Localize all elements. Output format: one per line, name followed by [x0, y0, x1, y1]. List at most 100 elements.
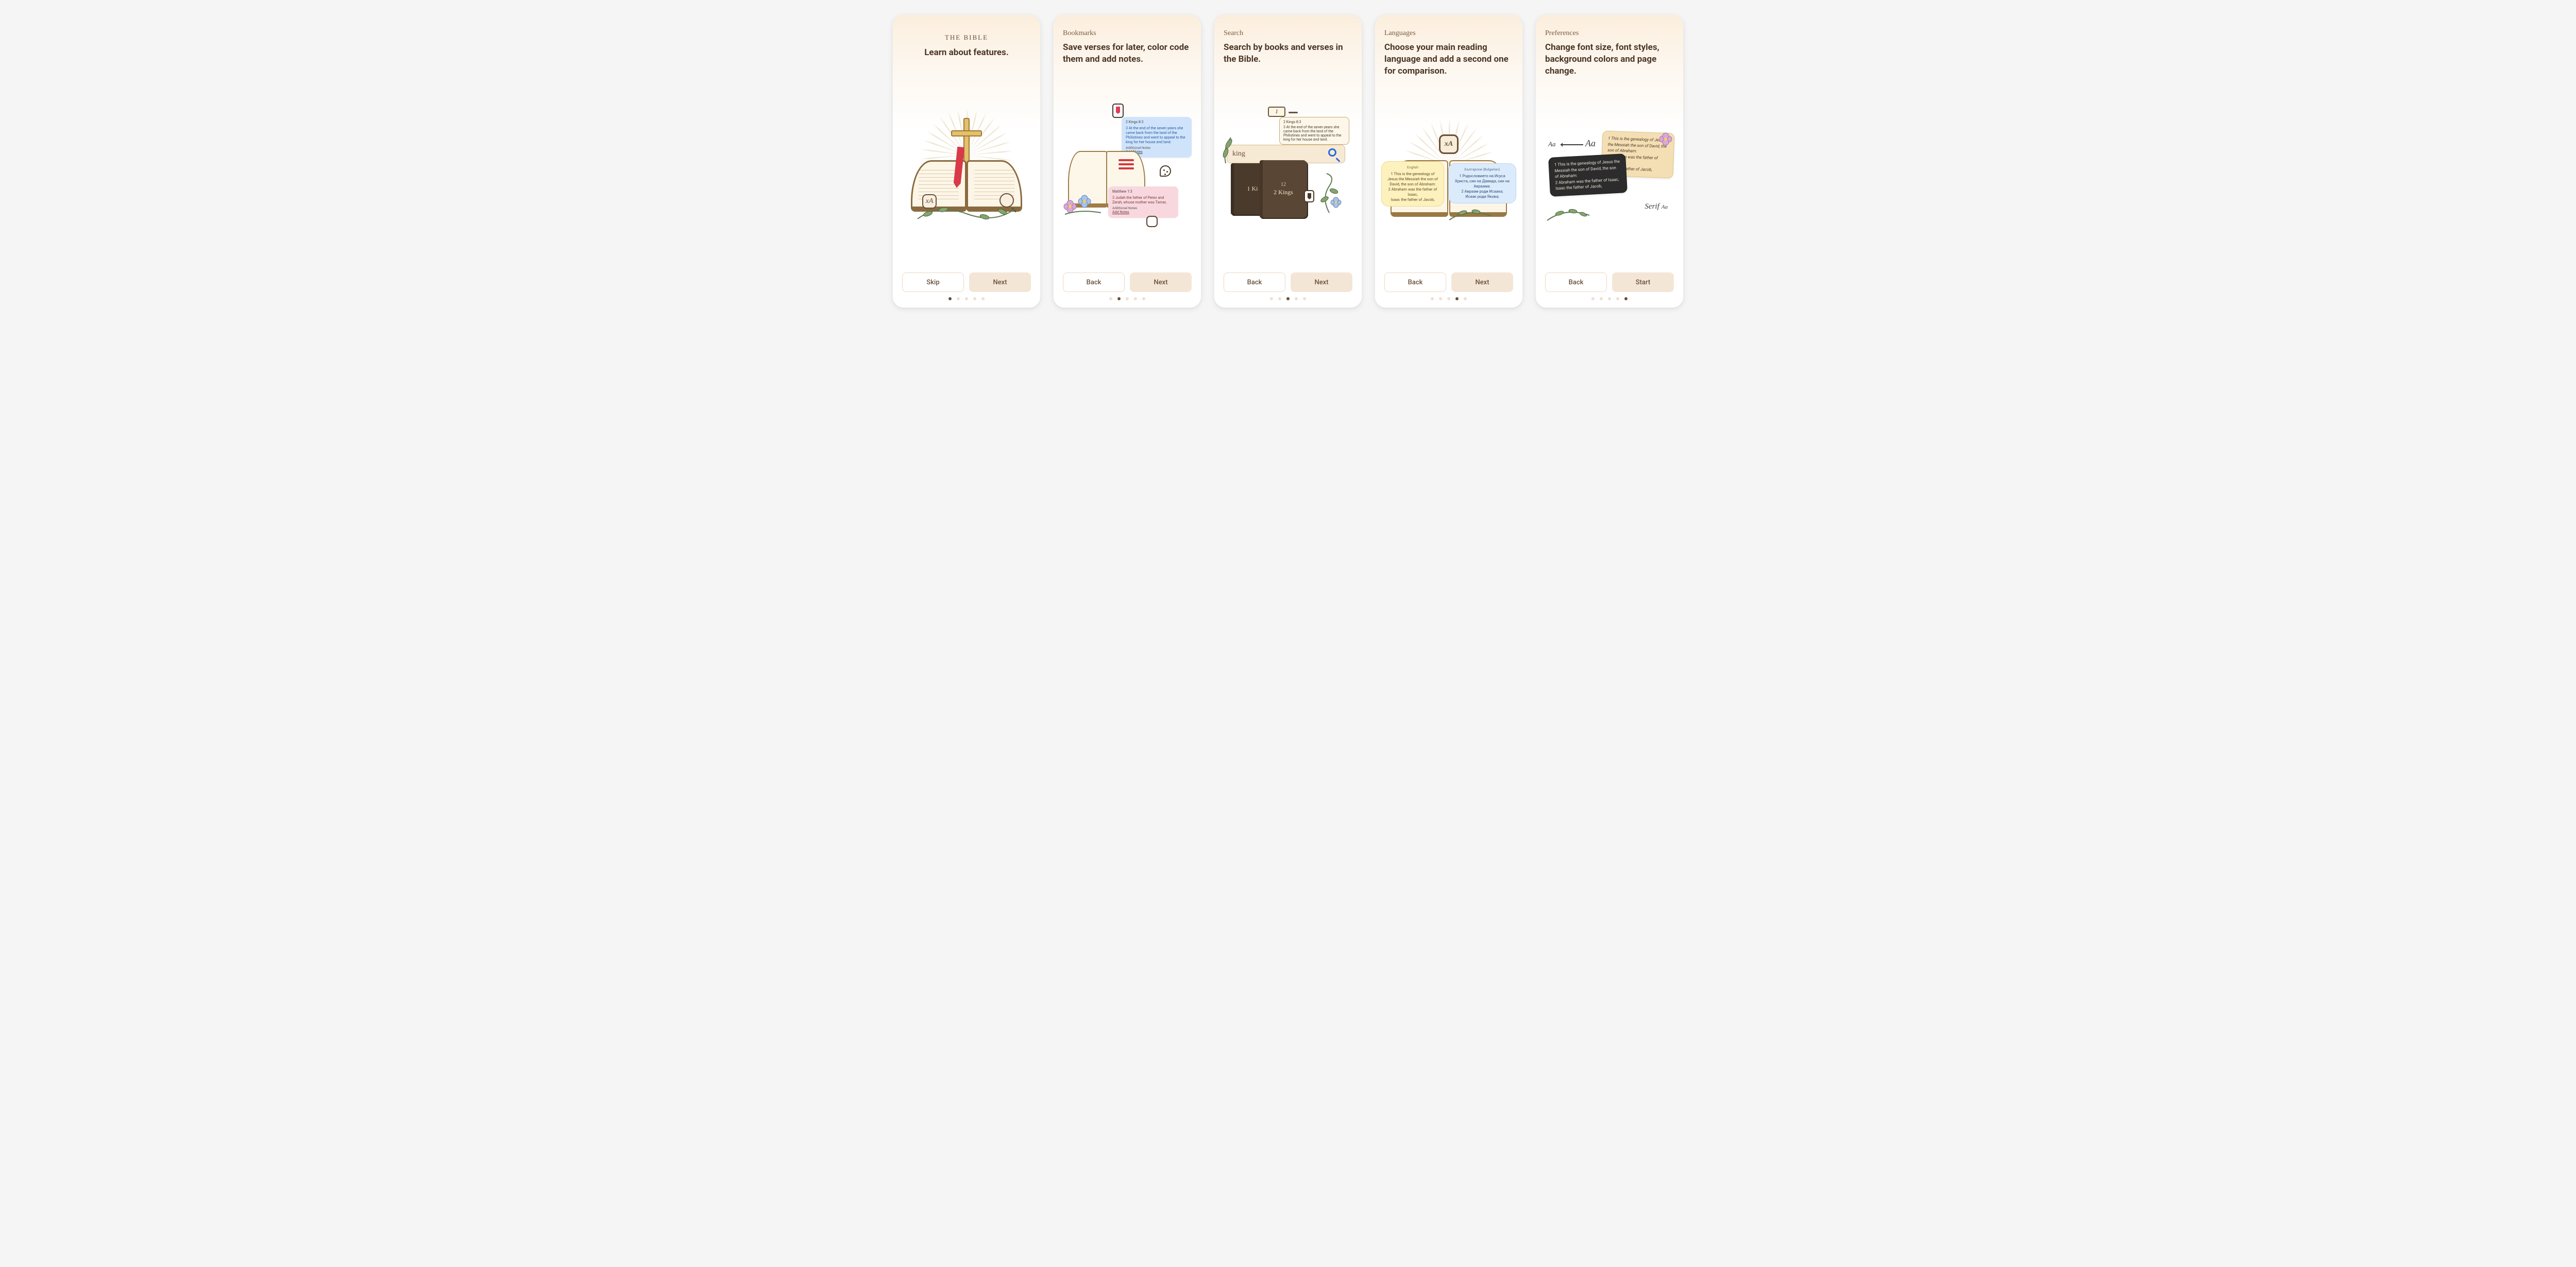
next-button[interactable]: Next — [1291, 272, 1352, 292]
page-dot[interactable] — [1591, 297, 1595, 300]
book-title: 2 Kings — [1274, 189, 1293, 196]
page-indicator — [1545, 297, 1674, 300]
flowers-decoration — [1060, 191, 1106, 217]
page-dot[interactable] — [1286, 297, 1290, 300]
next-button[interactable]: Next — [1451, 272, 1513, 292]
verse-reference: 2 Kings 8:3 — [1126, 120, 1188, 125]
language-bubble-english: English 1 This is the genealogy of Jesus… — [1381, 161, 1444, 207]
next-button[interactable]: Next — [969, 272, 1031, 292]
magnifier-icon — [1328, 148, 1340, 160]
page-title: Search by books and verses in the Bible. — [1224, 42, 1352, 65]
highlight-marks — [1118, 159, 1134, 161]
page-dot[interactable] — [1608, 297, 1611, 300]
language-name: Български (Bulgarian) — [1453, 167, 1511, 172]
page-dot[interactable] — [1431, 297, 1434, 300]
verse-text: 3 Judah the father of Perez and Zerah, w… — [1112, 195, 1174, 204]
illustration-features: xA — [902, 59, 1031, 272]
onboarding-screen-2: Bookmarks Save verses for later, color c… — [1053, 14, 1201, 308]
onboarding-screen-3: Search Search by books and verses in the… — [1214, 14, 1362, 308]
cookie-icon — [1160, 165, 1171, 177]
verse-reference: 2 Kings 8:3 — [1283, 120, 1345, 124]
verse-text: 2 Abraham was the father of Isaac, — [1386, 187, 1439, 197]
page-dot[interactable] — [948, 297, 952, 300]
add-notes-link[interactable]: Add Notes — [1112, 210, 1174, 215]
verse-text: Исаак роди Якова; — [1453, 194, 1511, 199]
start-button[interactable]: Start — [1612, 272, 1674, 292]
page-dot[interactable] — [965, 297, 968, 300]
page-dot[interactable] — [1295, 297, 1298, 300]
page-dot[interactable] — [1455, 297, 1459, 300]
arrow-icon — [1561, 144, 1583, 145]
onboarding-screen-4: Languages Choose your main reading langu… — [1375, 14, 1523, 308]
verse-number-tag: 1 — [1268, 107, 1285, 117]
page-dot[interactable] — [1126, 297, 1129, 300]
onboarding-screen-1: THE BIBLE Learn about features. xA — [892, 14, 1041, 308]
font-size-small-icon: Aa — [1548, 140, 1555, 148]
page-indicator — [1384, 297, 1513, 300]
skip-button[interactable]: Skip — [902, 272, 964, 292]
page-dot[interactable] — [981, 297, 985, 300]
back-button[interactable]: Back — [1224, 272, 1285, 292]
font-sample-icon: Aa — [1662, 204, 1668, 210]
verse-text: 1 This is the genealogy of Jesus the Mes… — [1386, 172, 1439, 187]
language-bubble-bulgarian: Български (Bulgarian) 1 Родословието на … — [1448, 163, 1516, 203]
verse-text: Isaac the father of Jacob, — [1386, 197, 1439, 202]
illustration-bookmarks: 2 Kings 8:3 3 At the end of the seven ye… — [1063, 65, 1192, 272]
section-label: Search — [1224, 29, 1352, 38]
back-button[interactable]: Back — [1545, 272, 1607, 292]
page-title: Save verses for later, color code them a… — [1063, 42, 1192, 65]
illustration-languages: xA English 1 This is the genealogy of Je… — [1384, 77, 1513, 272]
language-name: English — [1386, 165, 1439, 170]
verse-text: 3 At the end of the seven years she came… — [1283, 125, 1345, 142]
notes-label: Additional Notes — [1112, 206, 1174, 210]
page-dot[interactable] — [957, 297, 960, 300]
section-label: Preferences — [1545, 29, 1674, 38]
page-indicator — [1063, 297, 1192, 300]
font-size-large-icon: Aa — [1585, 138, 1596, 149]
illustration-search: 1 2 Kings 8:3 3 At the end of the seven … — [1224, 65, 1352, 272]
bookmark-icon — [1112, 104, 1124, 118]
section-label: Languages — [1384, 29, 1513, 38]
section-label: Bookmarks — [1063, 29, 1192, 38]
page-dot[interactable] — [1616, 297, 1619, 300]
back-button[interactable]: Back — [1063, 272, 1125, 292]
page-dot[interactable] — [1278, 297, 1281, 300]
foliage-decoration — [907, 198, 1026, 224]
vine-decoration — [1311, 173, 1347, 214]
page-indicator — [1224, 297, 1352, 300]
back-button[interactable]: Back — [1384, 272, 1446, 292]
foliage-decoration — [1447, 202, 1494, 223]
next-button[interactable]: Next — [1130, 272, 1192, 292]
verse-text: 2 Авраам роди Исаака; — [1453, 189, 1511, 194]
page-dot[interactable] — [1117, 297, 1121, 300]
onboarding-screen-5: Preferences Change font size, font style… — [1535, 14, 1684, 308]
leaf-decoration — [1222, 128, 1247, 164]
book-result-b: 12 2 Kings — [1260, 160, 1307, 218]
theme-preview-dark: 1 This is the genealogy of Jesus the Mes… — [1548, 154, 1628, 197]
page-dot[interactable] — [1624, 297, 1628, 300]
app-pretitle: THE BIBLE — [902, 33, 1031, 42]
page-dot[interactable] — [1447, 297, 1450, 300]
page-dot[interactable] — [1600, 297, 1603, 300]
page-title: Learn about features. — [902, 47, 1031, 59]
verse-reference: Matthew 1:3 — [1112, 190, 1174, 194]
verse-result-card: 2 Kings 8:3 3 At the end of the seven ye… — [1279, 117, 1349, 145]
page-dot[interactable] — [1134, 297, 1137, 300]
onboarding-gallery: THE BIBLE Learn about features. xA — [0, 0, 2576, 322]
page-title: Change font size, font styles, backgroun… — [1545, 42, 1674, 77]
page-dot[interactable] — [1270, 297, 1273, 300]
illustration-preferences: Aa Aa 1 This is the genealogy of Jesus t… — [1545, 77, 1674, 272]
foliage-decoration — [1545, 203, 1591, 224]
page-dot[interactable] — [1142, 297, 1145, 300]
font-style-label: SerifAa — [1645, 202, 1668, 211]
page-indicator — [902, 297, 1031, 300]
flowers-decoration — [1655, 129, 1676, 149]
page-dot[interactable] — [973, 297, 976, 300]
verse-text: 1 Родословието на Исуса Христа, син на Д… — [1453, 174, 1511, 189]
page-dot[interactable] — [1464, 297, 1467, 300]
page-dot[interactable] — [1303, 297, 1306, 300]
page-dot[interactable] — [1439, 297, 1442, 300]
page-dot[interactable] — [1109, 297, 1112, 300]
square-icon — [1146, 216, 1158, 227]
page-title: Choose your main reading language and ad… — [1384, 42, 1513, 77]
